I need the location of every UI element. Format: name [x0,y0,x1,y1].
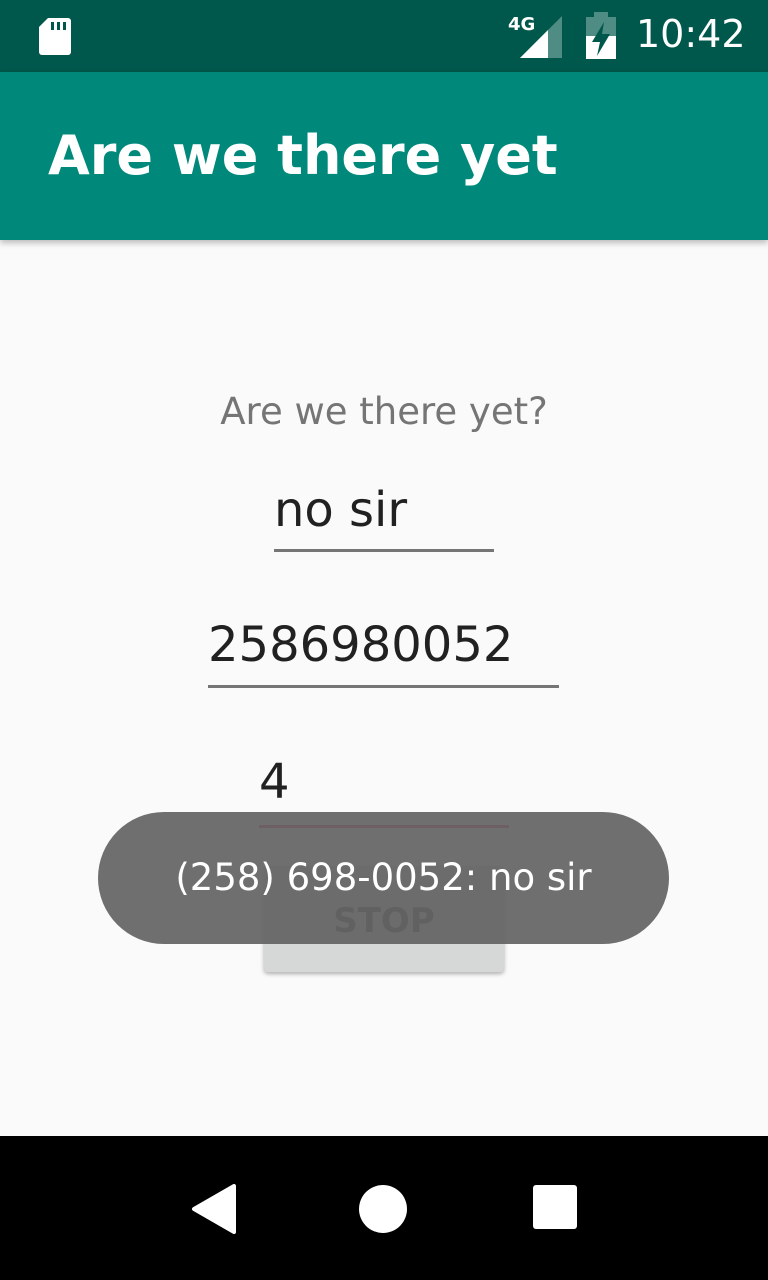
phone-number-value: 2586980052 [208,617,514,673]
question-label: Are we there yet? [220,390,548,433]
home-icon[interactable] [358,1184,408,1234]
reply-text-value: no sir [274,482,408,538]
clock: 10:42 [636,12,746,56]
signal-icon [520,16,562,58]
battery-charging-icon [586,12,616,59]
app-bar: Are we there yet [0,72,768,240]
navigation-bar [0,1136,768,1280]
back-icon[interactable] [190,1184,238,1234]
phone-number-field[interactable]: 2586980052 [208,615,559,688]
toast-message: (258) 698-0052: no sir [98,812,669,944]
reply-text-field[interactable]: no sir [274,480,494,552]
status-bar: 4G 10:42 [0,0,768,72]
interval-value: 4 [259,754,290,810]
sd-card-icon [39,18,71,55]
recents-icon[interactable] [532,1184,578,1230]
app-title: Are we there yet [48,124,558,187]
